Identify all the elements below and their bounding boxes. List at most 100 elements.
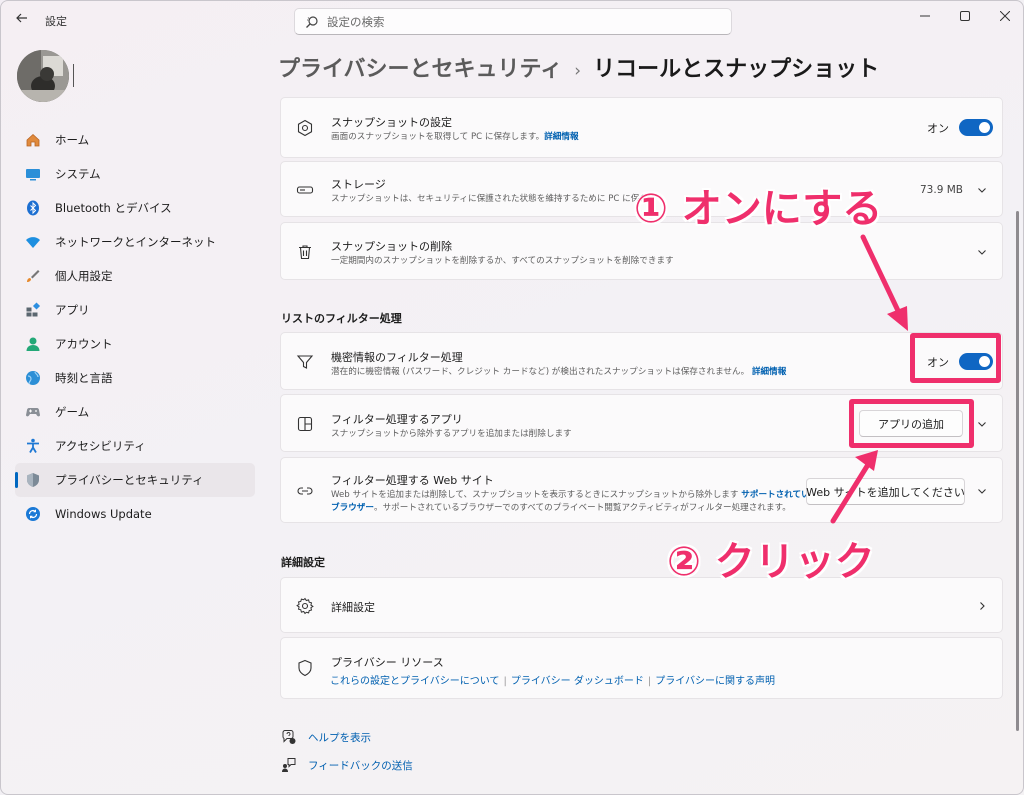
feedback-label[interactable]: フィードバックの送信 <box>308 758 413 773</box>
sidebar-item-label: ホーム <box>55 133 90 147</box>
shield-outline-icon <box>296 659 314 677</box>
apps-icon <box>25 302 41 318</box>
delete-snapshots-title: スナップショットの削除 <box>331 240 452 253</box>
sidebar-item-label: ゲーム <box>55 405 90 419</box>
sidebar-item-accounts[interactable]: アカウント <box>15 327 255 361</box>
search-icon <box>305 14 319 28</box>
annotation-step1-text: ① オンにする <box>634 186 883 232</box>
snapshot-icon <box>296 119 314 137</box>
get-help-link[interactable]: ヘルプを表示 <box>281 729 371 745</box>
app-title: 設定 <box>45 15 67 28</box>
sidebar-item-home[interactable]: ホーム <box>15 123 255 157</box>
sidebar-item-label: アカウント <box>55 337 113 351</box>
sidebar-item-label: 時刻と言語 <box>55 371 113 385</box>
filter-section-heading: リストのフィルター処理 <box>281 312 402 325</box>
learn-more-link[interactable]: 詳細情報 <box>752 367 786 377</box>
sidebar-item-bluetooth[interactable]: Bluetooth とデバイス <box>15 191 255 225</box>
system-icon <box>25 166 41 182</box>
sidebar-item-privacy-security[interactable]: プライバシーとセキュリティ <box>15 463 255 497</box>
brush-icon <box>25 268 41 284</box>
app-grid-icon <box>296 415 314 433</box>
privacy-resources-card: プライバシー リソース <box>280 637 1003 699</box>
sidebar-item-label: Bluetooth とデバイス <box>55 201 172 215</box>
sidebar-nav: ホーム システム Bluetooth とデバイス ネットワークとインターネット … <box>15 123 255 531</box>
trash-icon <box>296 243 314 261</box>
add-website-button[interactable]: Web サイトを追加してください <box>806 478 965 505</box>
sensitive-info-filter-card[interactable]: 機密情報のフィルター処理 潜在的に機密情報 (パスワード、クレジット カードなど… <box>280 332 1003 390</box>
sensitive-filter-desc: 潜在的に機密情報 (パスワード、クレジット カードなど) が検出されたスナップシ… <box>331 365 786 377</box>
sidebar-item-accessibility[interactable]: アクセシビリティ <box>15 429 255 463</box>
back-arrow-icon[interactable] <box>15 11 31 27</box>
advanced-section-heading: 詳細設定 <box>281 556 325 569</box>
filter-websites-desc-text2: 。サポートされているブラウザーでのすべてのプライベート閲覧アクティビティがフィル… <box>373 503 791 513</box>
filter-funnel-icon <box>296 353 314 371</box>
sidebar-item-network[interactable]: ネットワークとインターネット <box>15 225 255 259</box>
snapshot-settings-desc: 画面のスナップショットを取得して PC に保存します。詳細情報 <box>331 130 579 142</box>
sidebar-item-time-language[interactable]: 時刻と言語 <box>15 361 255 395</box>
storage-size-value: 73.9 MB <box>920 184 963 196</box>
sidebar-item-system[interactable]: システム <box>15 157 255 191</box>
search-input[interactable] <box>327 13 717 31</box>
accessibility-icon <box>25 438 41 454</box>
sidebar-item-windows-update[interactable]: Windows Update <box>15 497 255 531</box>
advanced-settings-card[interactable]: 詳細設定 <box>280 577 1003 633</box>
learn-more-link[interactable]: 詳細情報 <box>544 132 578 142</box>
minimize-button[interactable] <box>910 5 940 27</box>
delete-snapshots-desc: 一定期間内のスナップショットを削除するか、すべてのスナップショットを削除できます <box>331 256 674 266</box>
toggle-state-label: オン <box>927 121 949 135</box>
filter-websites-desc-text: Web サイトを追加または削除して、スナップショットを表示するときにスナップショ… <box>331 490 739 500</box>
sidebar-item-personalization[interactable]: 個人用設定 <box>15 259 255 293</box>
sensitive-filter-desc-text: 潜在的に機密情報 (パスワード、クレジット カードなど) が検出されたスナップシ… <box>331 367 750 377</box>
privacy-link-statement[interactable]: プライバシーに関する声明 <box>655 676 775 687</box>
link-divider: | <box>647 676 652 687</box>
link-icon <box>296 482 314 500</box>
annotation-step2-text: ② クリック <box>667 539 875 585</box>
maximize-button[interactable] <box>950 5 980 27</box>
chevron-down-icon[interactable] <box>975 417 989 431</box>
snapshot-toggle[interactable] <box>959 119 993 136</box>
home-icon <box>25 132 41 148</box>
breadcrumb-parent[interactable]: プライバシーとセキュリティ <box>278 57 562 82</box>
settings-window: 設定 設定の検索 ホーム システム Bluetooth とデバイス ネットワーク… <box>0 0 1024 795</box>
annotation-highlight-add-app <box>849 399 974 448</box>
scrollbar[interactable] <box>1016 211 1019 731</box>
snapshot-settings-title: スナップショットの設定 <box>331 116 452 129</box>
get-help-label[interactable]: ヘルプを表示 <box>308 730 371 745</box>
snapshot-toggle-group[interactable]: オン <box>927 119 993 136</box>
link-divider: | <box>503 676 507 687</box>
sidebar-item-label: 個人用設定 <box>55 269 113 283</box>
snapshot-settings-card[interactable]: スナップショットの設定 画面のスナップショットを取得して PC に保存します。詳… <box>280 97 1003 158</box>
breadcrumb-separator: › <box>574 61 582 81</box>
supported-browsers-link-cont[interactable]: ブラウザー <box>331 503 374 513</box>
privacy-link-dashboard[interactable]: プライバシー ダッシュボード <box>511 676 644 687</box>
sidebar-item-label: Windows Update <box>55 507 152 521</box>
sidebar-item-gaming[interactable]: ゲーム <box>15 395 255 429</box>
chevron-down-icon[interactable] <box>975 245 989 259</box>
chevron-down-icon[interactable] <box>975 183 989 197</box>
filter-apps-title: フィルター処理するアプリ <box>331 413 463 426</box>
feedback-link[interactable]: フィードバックの送信 <box>281 757 413 773</box>
bluetooth-icon <box>25 200 41 216</box>
storage-drive-icon <box>296 181 314 199</box>
sensitive-filter-title: 機密情報のフィルター処理 <box>331 351 463 364</box>
title-bar: 設定 <box>1 1 1023 41</box>
filter-websites-card[interactable]: フィルター処理する Web サイト Web サイトを追加または削除して、スナップ… <box>280 457 1003 523</box>
privacy-links-row: これらの設定とプライバシーについて | プライバシー ダッシュボード | プライバシーに… <box>330 672 775 687</box>
gear-icon <box>296 597 314 615</box>
filter-websites-desc-line2: ブラウザー。サポートされているブラウザーでのすべてのプライベート閲覧アクティビテ… <box>331 501 791 513</box>
sidebar-item-apps[interactable]: アプリ <box>15 293 255 327</box>
feedback-icon <box>281 757 297 773</box>
wifi-icon <box>25 234 41 250</box>
annotation-highlight-toggle <box>910 333 1001 383</box>
filter-websites-title: フィルター処理する Web サイト <box>331 474 494 487</box>
user-name-placeholder <box>73 64 74 87</box>
privacy-link-about[interactable]: これらの設定とプライバシーについて <box>330 676 500 687</box>
close-button[interactable] <box>990 5 1020 27</box>
storage-title: ストレージ <box>331 178 386 191</box>
filter-websites-desc-line1: Web サイトを追加または削除して、スナップショットを表示するときにスナップショ… <box>331 488 818 500</box>
chevron-right-icon[interactable] <box>975 599 989 613</box>
chevron-down-icon[interactable] <box>975 484 989 498</box>
search-box[interactable] <box>294 8 732 35</box>
avatar[interactable] <box>17 50 69 102</box>
sidebar-item-label: ネットワークとインターネット <box>55 235 216 249</box>
